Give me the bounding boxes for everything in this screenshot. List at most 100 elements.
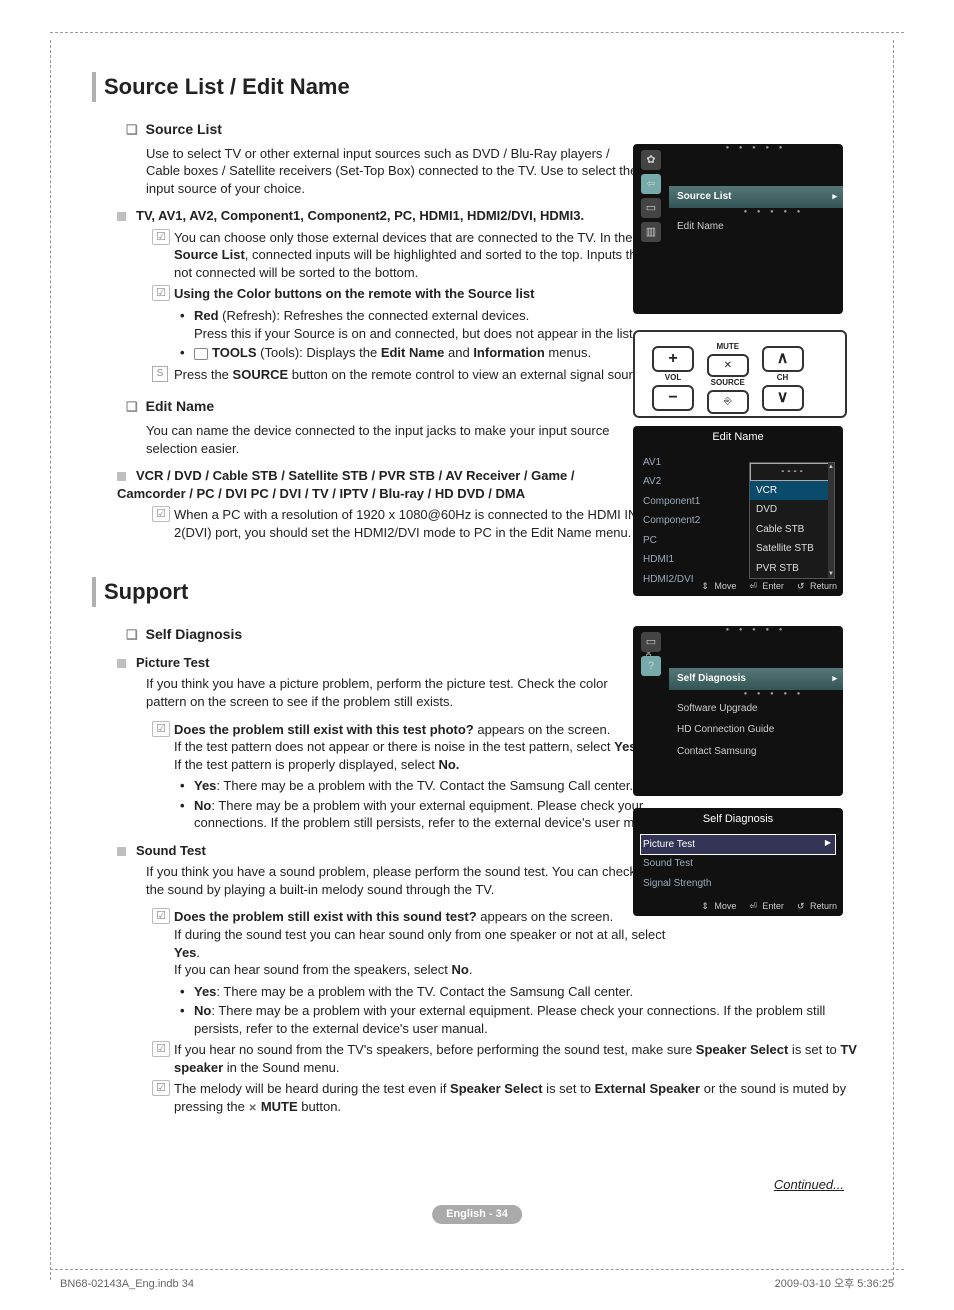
- text-bold: TOOLS: [212, 345, 257, 360]
- tools-icon: [194, 345, 212, 360]
- text: : There may be a problem with the TV. Co…: [216, 778, 633, 793]
- text: The melody will be heard during the test…: [174, 1081, 450, 1096]
- page-number: English - 34: [446, 1208, 508, 1220]
- text-bold: Yes: [174, 945, 196, 960]
- editname-item: Component2: [641, 511, 737, 531]
- remote-diagram: + VOL − MUTE ✕ SOURCE ⎆ ∧ CH ∨: [633, 330, 847, 418]
- manual-page: Source List / Edit Name Source List Use …: [0, 0, 954, 1310]
- text-bold: No: [451, 962, 468, 977]
- text: .: [196, 945, 200, 960]
- text: and: [444, 345, 473, 360]
- editname-item: AV2: [641, 472, 737, 492]
- dropdown-option: Cable STB: [750, 520, 834, 540]
- text: button.: [298, 1099, 341, 1114]
- doc-number: BN68-02143A_Eng.indb 34: [60, 1277, 194, 1292]
- crop-mark-bottom: [50, 1269, 904, 1270]
- note-paragraph: When a PC with a resolution of 1920 x 10…: [152, 506, 674, 541]
- schedule-icon: ▥: [641, 222, 661, 242]
- osd-item-selected: Source List: [669, 186, 843, 208]
- text: : There may be a problem with your exter…: [194, 798, 670, 831]
- osd-sidebar: Support ▭ ?: [637, 632, 665, 790]
- dropdown-option: Satellite STB: [750, 539, 834, 559]
- text: : There may be a problem with the TV. Co…: [216, 984, 633, 999]
- display-icon: ▭: [641, 198, 661, 218]
- bullet: TOOLS (Tools): Displays the Edit Name an…: [180, 344, 674, 362]
- editname-item: AV1: [641, 453, 737, 473]
- ch-up-button: ∧: [762, 346, 804, 372]
- vol-down-button: −: [652, 385, 694, 411]
- selfdiag-item: Sound Test: [641, 854, 835, 874]
- text: Return: [807, 901, 837, 911]
- note-paragraph: Does the problem still exist with this s…: [152, 908, 674, 978]
- text-bold: Speaker Select: [696, 1042, 789, 1057]
- note-paragraph: The melody will be heard during the test…: [152, 1080, 872, 1115]
- text: Move: [711, 901, 736, 911]
- source-button-note: Press the SOURCE button on the remote co…: [152, 366, 674, 384]
- editname-inputs: AV1 AV2 Component1 Component2 PC HDMI1 H…: [633, 449, 745, 594]
- text: Enter: [759, 581, 784, 591]
- dots-top: ● ● ● ● ●: [669, 626, 843, 634]
- text-bold: No: [194, 1003, 211, 1018]
- osd-footer: ⇕ Move ⏎ Enter ↺ Return: [698, 580, 837, 592]
- foot-move: ⇕ Move: [698, 900, 736, 912]
- foot-return: ↺ Return: [794, 580, 837, 592]
- bullet: Yes: There may be a problem with the TV.…: [180, 983, 872, 1001]
- bullet: Red (Refresh): Refreshes the connected e…: [180, 307, 674, 342]
- paragraph: If you think you have a sound problem, p…: [146, 863, 646, 898]
- note-paragraph: You can choose only those external devic…: [152, 229, 674, 282]
- selfdiag-item-selected: Picture Test: [641, 835, 835, 855]
- mute-button: ✕: [707, 354, 749, 378]
- dots-top: ● ● ● ● ●: [669, 144, 843, 152]
- panel-title: Self Diagnosis: [633, 808, 843, 831]
- text-bold: SOURCE: [233, 367, 289, 382]
- note-paragraph: If you hear no sound from the TV's speak…: [152, 1041, 872, 1076]
- editname-item: HDMI1: [641, 550, 737, 570]
- text-bold: No: [194, 798, 211, 813]
- text: is set to: [788, 1042, 840, 1057]
- paragraph: You can name the device connected to the…: [146, 422, 646, 457]
- text: (Refresh): Refreshes the connected exter…: [219, 308, 530, 323]
- osd-input-panel: Input ✿ ⇦ ▭ ▥ ● ● ● ● ● Source List ● ● …: [633, 144, 843, 314]
- text: : There may be a problem with your exter…: [194, 1003, 825, 1036]
- gear-icon: ✿: [641, 150, 661, 170]
- text: Press the: [174, 367, 233, 382]
- bullet: Yes: There may be a problem with the TV.…: [180, 777, 674, 795]
- osd-support-panel: Support ▭ ? ● ● ● ● ● Self Diagnosis ● ●…: [633, 626, 843, 796]
- text-bold: Yes: [194, 778, 216, 793]
- text: button on the remote control to view an …: [288, 367, 650, 382]
- scrollbar: [828, 463, 834, 578]
- text-bold: Yes: [194, 984, 216, 999]
- osd-menu-list: Self Diagnosis ● ● ● ● ● Software Upgrad…: [669, 634, 843, 762]
- text-bold: Edit Name: [381, 345, 445, 360]
- text: , connected inputs will be highlighted a…: [174, 247, 670, 280]
- osd-editname-panel: Edit Name AV1 AV2 Component1 Component2 …: [633, 426, 843, 596]
- text: If the test pattern does not appear or t…: [174, 739, 614, 754]
- panel-title: Edit Name: [633, 426, 843, 449]
- crop-mark-right: [893, 40, 894, 1280]
- paragraph: If you think you have a picture problem,…: [146, 675, 646, 710]
- text: appears on the screen.: [477, 909, 614, 924]
- osd-sidebar: Input ✿ ⇦ ▭ ▥: [637, 150, 665, 308]
- vol-column: + VOL −: [651, 345, 695, 412]
- ch-column: ∧ CH ∨: [761, 345, 805, 412]
- text: appears on the screen.: [474, 722, 611, 737]
- text-bold: Speaker Select: [450, 1081, 543, 1096]
- foot-enter: ⏎ Enter: [746, 900, 784, 912]
- text: You can choose only those external devic…: [174, 230, 632, 245]
- text: If you can hear sound from the speakers,…: [174, 962, 451, 977]
- text-bold: External Speaker: [595, 1081, 701, 1096]
- foot-enter: ⏎ Enter: [746, 580, 784, 592]
- text: .: [469, 962, 473, 977]
- text: in the Sound menu.: [223, 1060, 339, 1075]
- text: Return: [807, 581, 837, 591]
- intro-paragraph: Use to select TV or other external input…: [146, 145, 646, 198]
- foot-move: ⇕ Move: [698, 580, 736, 592]
- osd-item-selected: Self Diagnosis: [669, 668, 843, 690]
- page-number-badge: English - 34: [432, 1205, 522, 1224]
- dropdown-option: PVR STB: [750, 559, 834, 579]
- bullet: No: There may be a problem with your ext…: [180, 797, 674, 832]
- text: menus.: [545, 345, 591, 360]
- osd-footer: ⇕ Move ⏎ Enter ↺ Return: [698, 900, 837, 912]
- osd-item: Contact Samsung: [669, 741, 843, 763]
- text: Move: [711, 581, 736, 591]
